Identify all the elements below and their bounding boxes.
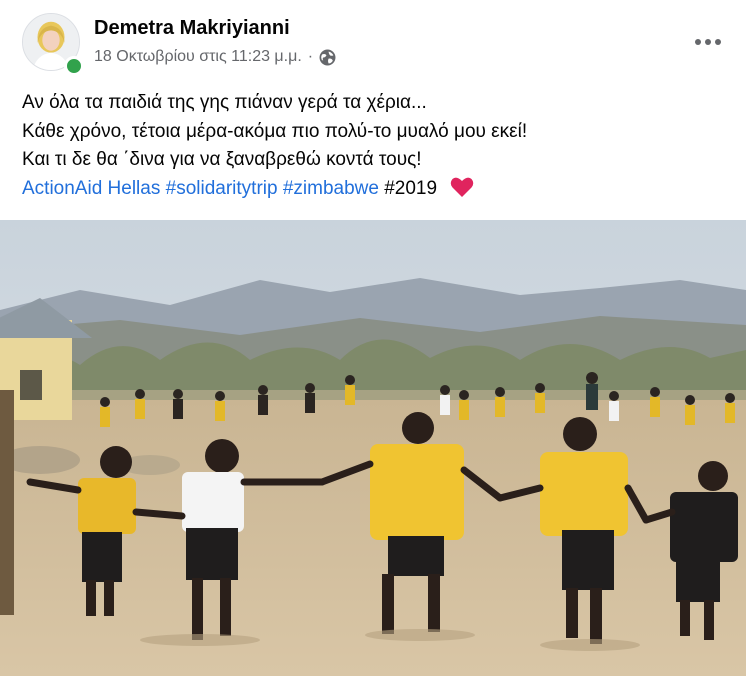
post-tags-line: ActionAid Hellas #solidaritytrip #zimbab…: [22, 175, 722, 204]
more-options-button[interactable]: [688, 22, 728, 62]
post-text: Αν όλα τα παιδιά της γης πιάναν γερά τα …: [22, 89, 722, 203]
more-dots-icon: [695, 39, 701, 45]
year-hashtag: #2019: [384, 177, 438, 199]
hashtag-zimbabwe-link[interactable]: #zimbabwe: [283, 178, 379, 199]
post-text-line-3: Και τι δε θα ΄δινα για να ξαναβρεθώ κοντ…: [22, 149, 422, 170]
children-holding-hands-photo: [0, 220, 746, 676]
more-dots-icon-dot2: [705, 39, 711, 45]
post-text-line-1: Αν όλα τα παιδιά της γης πιάναν γερά τα …: [22, 92, 427, 113]
online-status-dot: [64, 56, 84, 76]
post-meta: 18 Οκτωβρίου στις 11:23 μ.μ. ·: [94, 48, 336, 66]
page-tag-link[interactable]: ActionAid Hellas: [22, 178, 160, 199]
meta-separator: ·: [307, 48, 314, 65]
post-header: Demetra Makriyianni 18 Οκτωβρίου στις 11…: [0, 0, 746, 80]
post-text-line-2: Κάθε χρόνο, τέτοια μέρα-ακόμα πιο πολύ-τ…: [22, 120, 528, 142]
hashtag-solidaritytrip-link[interactable]: #solidaritytrip: [166, 178, 278, 199]
heart-icon: [450, 176, 474, 198]
author-name[interactable]: Demetra Makriyianni: [94, 17, 290, 40]
facebook-post: Demetra Makriyianni 18 Οκτωβρίου στις 11…: [0, 0, 746, 676]
post-photo[interactable]: [0, 220, 746, 676]
more-dots-icon-dot3: [715, 39, 721, 45]
globe-icon[interactable]: [319, 49, 336, 66]
post-timestamp[interactable]: 18 Οκτωβρίου στις 11:23 μ.μ.: [94, 48, 302, 66]
